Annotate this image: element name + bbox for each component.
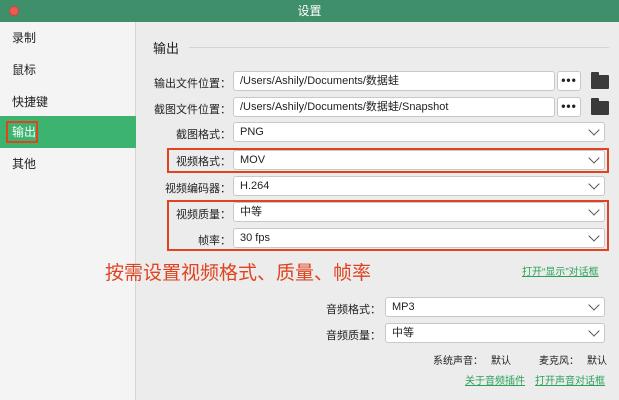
chevron-down-icon: [588, 152, 600, 164]
section-title: 输出: [153, 41, 180, 56]
frame-rate-select[interactable]: 30 fps: [233, 228, 605, 248]
window-title: 设置: [297, 4, 322, 18]
output-path-label: 输出文件位置：: [154, 78, 231, 90]
audio-quality-value: 中等: [392, 327, 414, 339]
about-audio-plugin-link[interactable]: 关于音频插件: [465, 372, 525, 387]
video-format-value: MOV: [240, 154, 266, 166]
chevron-down-icon: [588, 204, 600, 216]
video-codec-select[interactable]: H.264: [233, 176, 605, 196]
open-display-dialog-link[interactable]: 打开“显示”对话框: [522, 263, 599, 278]
video-quality-select[interactable]: 中等: [233, 202, 605, 222]
output-path-field[interactable]: /Users/Ashily/Documents/数据蛙: [233, 71, 555, 91]
folder-icon[interactable]: [591, 72, 609, 89]
screenshot-format-label: 截图格式：: [176, 129, 231, 141]
title-bar: 设置: [0, 0, 619, 22]
audio-format-value: MP3: [392, 301, 415, 313]
screenshot-format-value: PNG: [240, 126, 264, 138]
system-sound-value: 默认: [491, 356, 511, 367]
video-format-select[interactable]: MOV: [233, 150, 605, 170]
system-sound-label: 系统声音：: [433, 356, 483, 367]
sidebar-item-shortcuts[interactable]: 快捷键: [0, 86, 136, 118]
audio-quality-label: 音频质量：: [326, 330, 381, 342]
output-browse-button[interactable]: •••: [557, 71, 581, 91]
screenshot-path-field[interactable]: /Users/Ashily/Documents/数据蛙/Snapshot: [233, 97, 555, 117]
screenshot-browse-button[interactable]: •••: [557, 97, 581, 117]
audio-format-label: 音频格式：: [326, 304, 381, 316]
chevron-down-icon: [588, 299, 600, 311]
open-sound-dialog-link[interactable]: 打开声音对话框: [535, 372, 605, 387]
microphone-label: 麦克风：: [539, 356, 579, 367]
video-quality-label: 视频质量：: [176, 209, 231, 221]
section-divider: [189, 47, 609, 48]
highlight-box: [6, 121, 38, 143]
microphone-value: 默认: [587, 356, 607, 367]
sidebar-item-other[interactable]: 其他: [0, 148, 136, 180]
settings-panel: 输出 输出文件位置： /Users/Ashily/Documents/数据蛙 •…: [105, 22, 619, 400]
close-icon[interactable]: [9, 6, 19, 16]
sidebar-item-output[interactable]: 输出: [0, 116, 136, 148]
sidebar-item-record[interactable]: 录制: [0, 22, 136, 54]
audio-quality-select[interactable]: 中等: [385, 323, 605, 343]
sidebar: 录制 鼠标 快捷键 输出 其他: [0, 22, 136, 400]
screenshot-format-select[interactable]: PNG: [233, 122, 605, 142]
chevron-down-icon: [588, 325, 600, 337]
video-quality-value: 中等: [240, 206, 262, 218]
screenshot-path-label: 截图文件位置：: [154, 104, 231, 116]
frame-rate-label: 帧率：: [198, 235, 231, 247]
chevron-down-icon: [588, 178, 600, 190]
chevron-down-icon: [588, 230, 600, 242]
video-codec-label: 视频编码器：: [165, 183, 231, 195]
chevron-down-icon: [588, 124, 600, 136]
annotation-text: 按需设置视频格式、质量、帧率: [105, 263, 372, 284]
video-codec-value: H.264: [240, 180, 270, 192]
frame-rate-value: 30 fps: [240, 232, 270, 244]
folder-icon[interactable]: [591, 98, 609, 115]
video-format-label: 视频格式：: [176, 156, 231, 168]
sidebar-item-mouse[interactable]: 鼠标: [0, 54, 136, 86]
audio-format-select[interactable]: MP3: [385, 297, 605, 317]
